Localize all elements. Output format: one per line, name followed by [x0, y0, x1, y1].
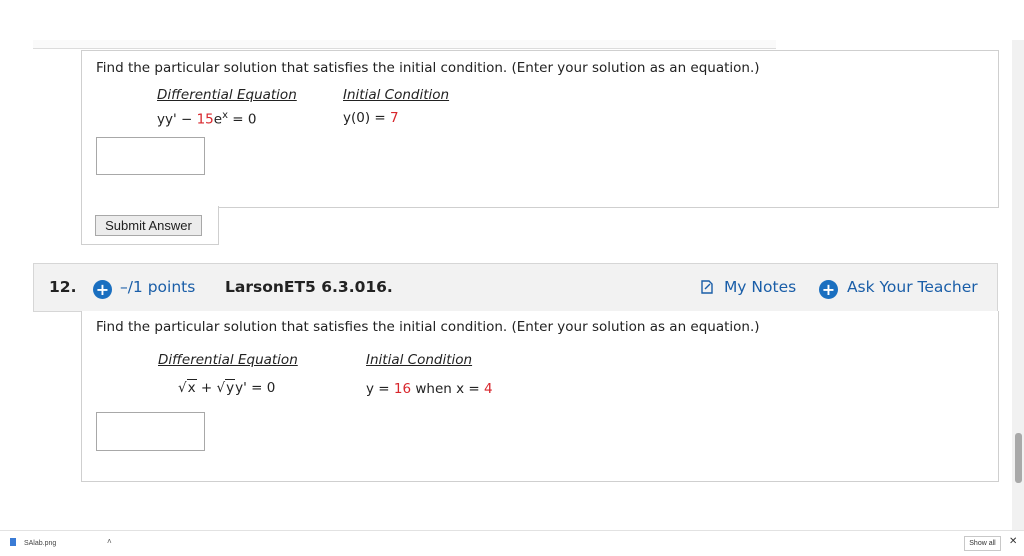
sqrt-y: √y	[216, 379, 236, 396]
question-12-header: 12. + –/1 points LarsonET5 6.3.016. My N…	[33, 263, 998, 312]
q11-de-e: e	[213, 111, 223, 128]
question-12-panel	[81, 311, 999, 482]
q11-ic-value: 7	[390, 110, 399, 126]
my-notes-label: My Notes	[723, 278, 797, 296]
show-all-button[interactable]: Show all	[964, 536, 1001, 551]
q11-de-part1: yy' −	[157, 111, 197, 128]
ask-teacher-label: Ask Your Teacher	[846, 278, 978, 296]
q12-ic-part2: when x =	[411, 381, 485, 397]
sqrt-x: √x	[178, 379, 197, 396]
question-12-prompt: Find the particular solution that satisf…	[96, 319, 760, 335]
q11-de-coef: 15	[196, 111, 214, 128]
q11-differential-equation: yy' − 15ex = 0	[157, 110, 257, 128]
scrollbar-thumb[interactable]	[1015, 433, 1022, 483]
question-number: 12.	[49, 278, 77, 296]
q12-de-plus: +	[196, 380, 217, 396]
q11-de-header: Differential Equation	[157, 87, 297, 103]
q12-answer-input[interactable]	[96, 412, 205, 451]
my-notes-button[interactable]: My Notes	[700, 264, 796, 311]
submit-answer-button[interactable]: Submit Answer	[95, 215, 202, 236]
page-scrollbar[interactable]	[1012, 40, 1024, 530]
question-reference: LarsonET5 6.3.016.	[225, 278, 393, 296]
download-item[interactable]: SAlab.png	[10, 531, 56, 556]
previous-section-edge	[33, 40, 776, 49]
q12-de-header: Differential Equation	[158, 352, 298, 368]
points-label: –/1 points	[119, 278, 196, 296]
q11-answer-input[interactable]	[96, 137, 205, 175]
q11-ic-part1: y(0) =	[343, 110, 391, 126]
q12-initial-condition: y = 16 when x = 4	[366, 381, 493, 397]
points-toggle[interactable]: + –/1 points	[93, 264, 195, 311]
q11-ic-header: Initial Condition	[343, 87, 450, 103]
ask-teacher-button[interactable]: + Ask Your Teacher	[819, 264, 978, 311]
plus-circle-icon: +	[93, 280, 112, 299]
notes-icon	[701, 280, 713, 294]
download-bar: SAlab.png ˄ Show all ✕	[0, 530, 1024, 556]
q11-initial-condition: y(0) = 7	[343, 110, 399, 126]
question-11-prompt: Find the particular solution that satisf…	[96, 60, 760, 76]
q12-differential-equation: √x + √yy' = 0	[178, 379, 276, 396]
plus-circle-icon: +	[819, 280, 838, 299]
q12-ic-value2: 4	[484, 381, 493, 397]
q11-de-part3: = 0	[228, 111, 257, 128]
q12-ic-value1: 16	[393, 381, 412, 397]
close-icon[interactable]: ✕	[1009, 536, 1017, 547]
q12-ic-part1: y =	[366, 381, 394, 397]
download-filename: SAlab.png	[23, 540, 57, 547]
q12-ic-header: Initial Condition	[366, 352, 473, 368]
chevron-up-icon[interactable]: ˄	[107, 537, 112, 546]
q12-de-tail: y' = 0	[235, 380, 276, 396]
file-icon	[10, 538, 16, 546]
